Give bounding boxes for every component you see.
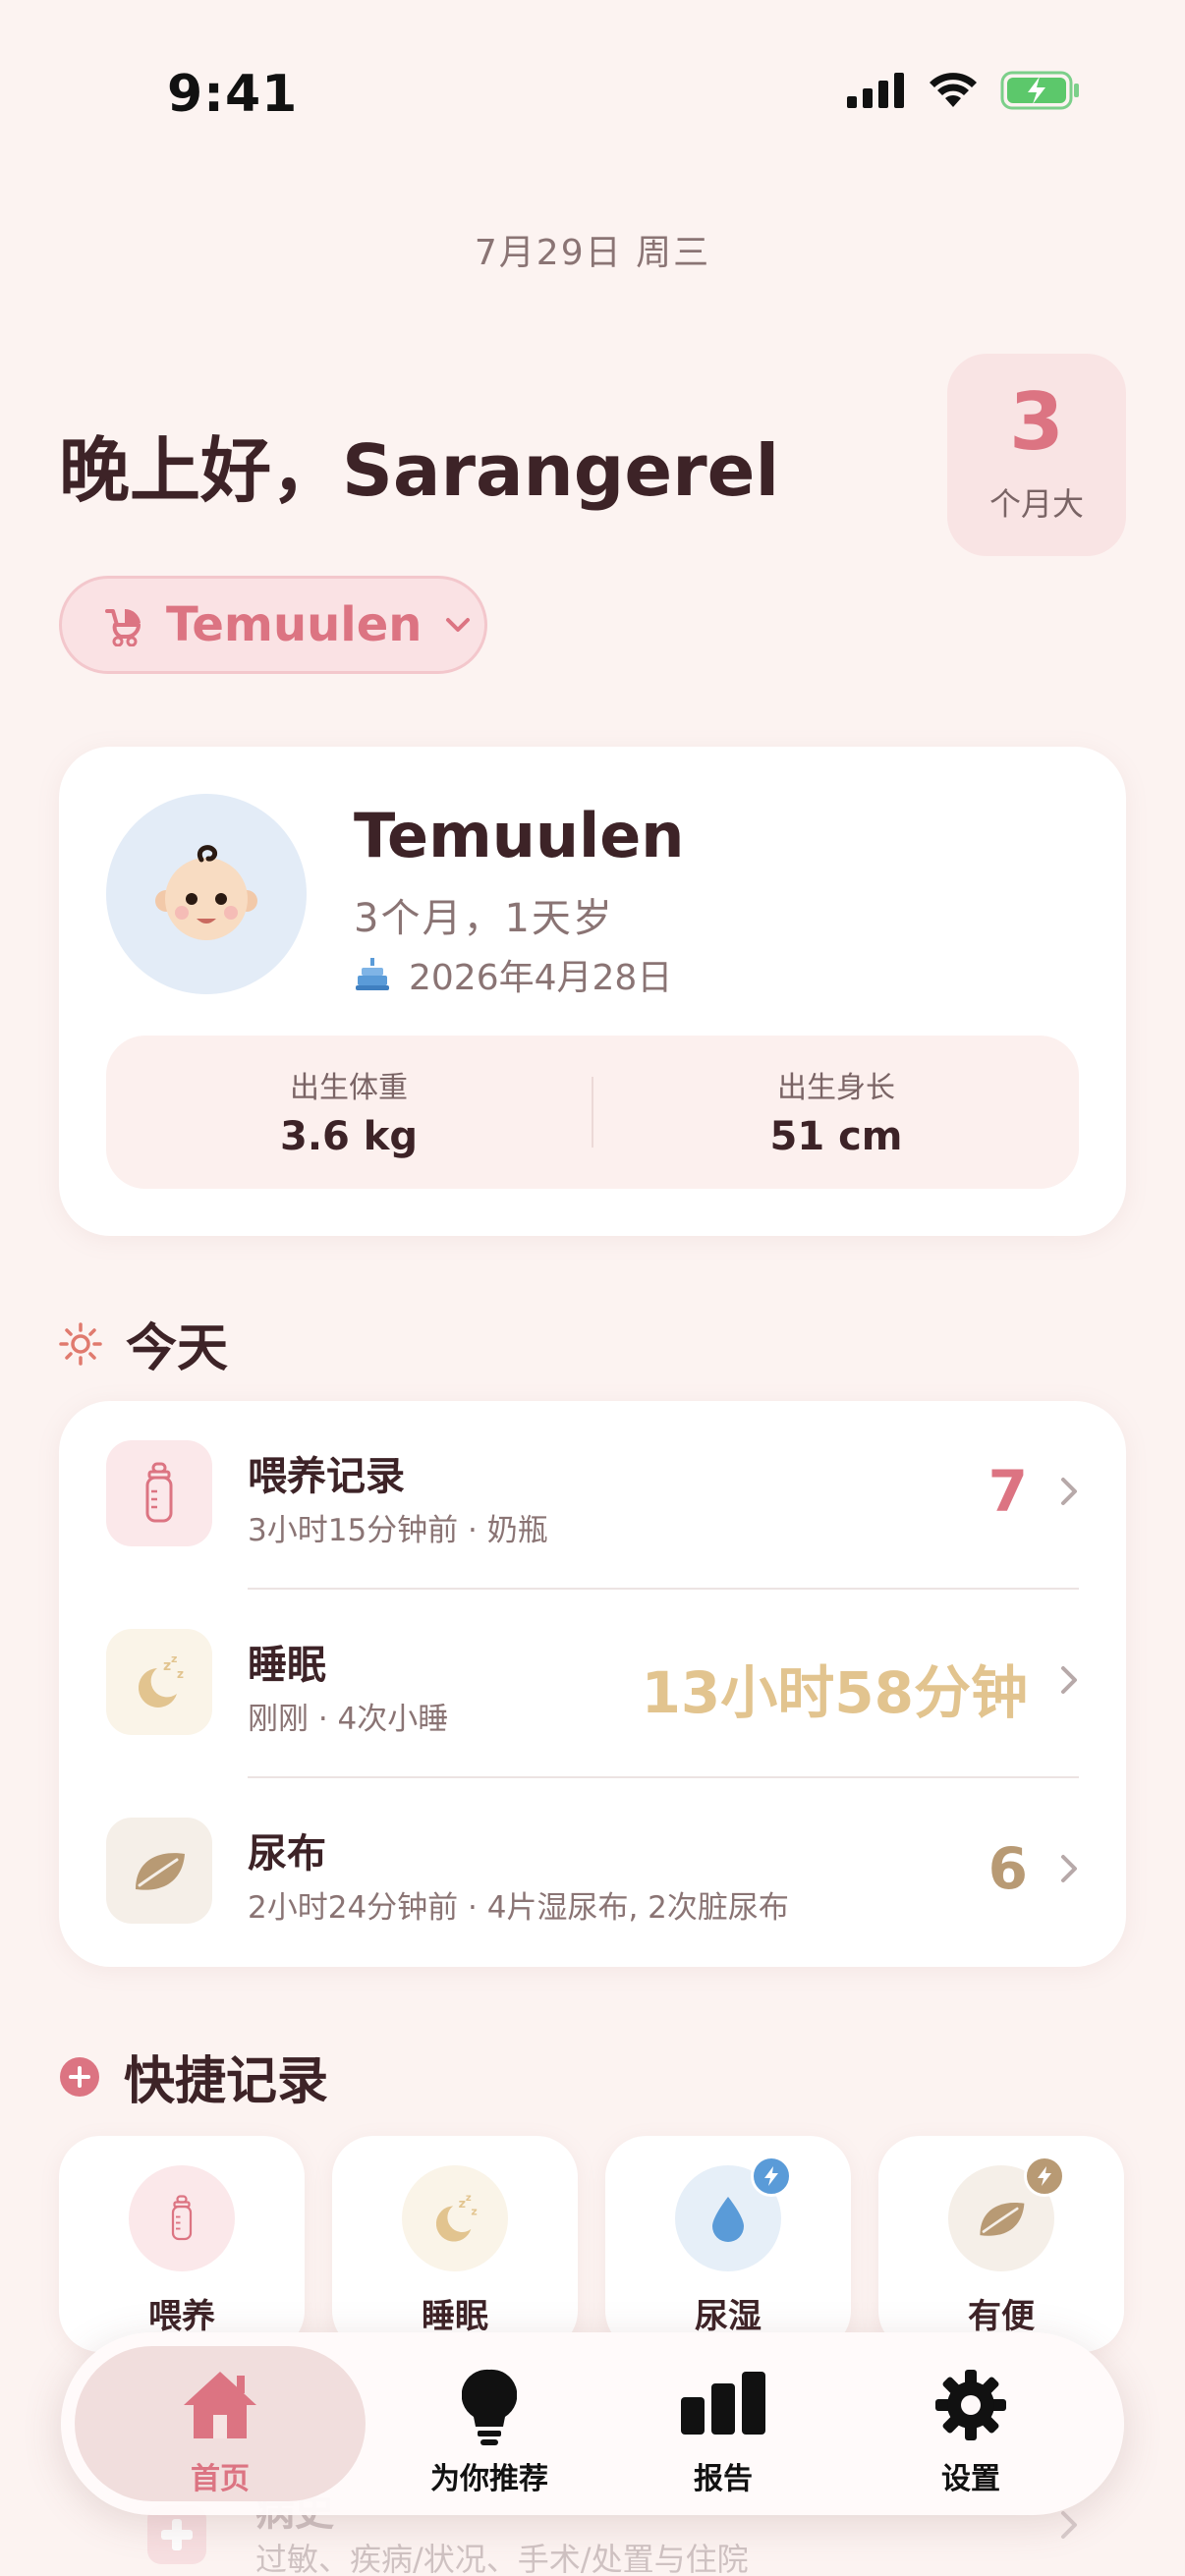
- quick-feed-button[interactable]: 喂养: [59, 2136, 305, 2352]
- tab-reports[interactable]: 报告: [605, 2346, 841, 2501]
- tab-recommended[interactable]: 为你推荐: [373, 2346, 605, 2501]
- svg-text:z: z: [471, 2205, 477, 2217]
- chevron-right-icon: [1061, 2511, 1077, 2539]
- sun-icon: [59, 1321, 102, 1366]
- diaper-row-icon: [106, 1818, 212, 1924]
- tab-settings[interactable]: 设置: [853, 2346, 1089, 2501]
- feeding-row-subtitle: 3小时15分钟前 · 奶瓶: [248, 1513, 548, 1548]
- sleep-row-subtitle: 刚刚 · 4次小睡: [248, 1702, 449, 1737]
- baby-selector-button[interactable]: Temuulen: [59, 576, 487, 674]
- feeding-row[interactable]: 喂养记录 3小时15分钟前 · 奶瓶 7: [59, 1401, 1126, 1590]
- today-title: 今天: [126, 1319, 229, 1378]
- age-number: 3: [1009, 376, 1064, 468]
- current-date: 7月29日 周三: [474, 233, 711, 273]
- baby-profile-card[interactable]: Temuulen 3个月，1天岁 2026年4月28日 出生体重 3.6 kg …: [59, 747, 1126, 1236]
- feeding-row-title: 喂养记录: [248, 1454, 405, 1499]
- bottle-icon: [145, 1462, 173, 1523]
- svg-text:z: z: [459, 2196, 466, 2211]
- today-section-header: 今天: [59, 1307, 228, 1380]
- tab-recommended-label: 为你推荐: [430, 2462, 548, 2496]
- baby-age: 3个月，1天岁: [354, 896, 614, 941]
- birth-weight-label: 出生体重: [290, 1071, 408, 1105]
- plus-circle-icon: [60, 2056, 99, 2097]
- quick-wet-button[interactable]: 尿湿: [605, 2136, 851, 2352]
- baby-name: Temuulen: [354, 800, 685, 871]
- feeding-count: 7: [988, 1458, 1028, 1525]
- sleep-row[interactable]: z z z 睡眠 刚刚 · 4次小睡 13小时58分钟: [59, 1590, 1126, 1778]
- chevron-right-icon: [1061, 1478, 1077, 1505]
- diaper-count: 6: [988, 1835, 1028, 1902]
- chevron-right-icon: [1061, 1666, 1077, 1694]
- battery-charging-icon: [1000, 71, 1079, 110]
- tab-bar: 首页 为你推荐 报告 设置: [61, 2332, 1124, 2515]
- feeding-row-icon: [106, 1440, 212, 1546]
- diaper-row[interactable]: 尿布 2小时24分钟前 · 4片湿尿布, 2次脏尿布 6: [59, 1778, 1126, 1967]
- quick-wet-label: 尿湿: [695, 2297, 762, 2336]
- age-badge: 3 个月大: [947, 354, 1126, 556]
- moon-sleep-icon: z z z: [138, 1652, 184, 1708]
- greeting-title: 晚上好，Sarangerel: [59, 429, 780, 512]
- birth-length-label: 出生身长: [777, 1071, 895, 1105]
- diaper-row-title: 尿布: [248, 1831, 326, 1876]
- svg-text:z: z: [177, 1667, 184, 1681]
- svg-text:z: z: [171, 1652, 177, 1665]
- quick-dirty-bolt-badge: [1024, 2156, 1065, 2197]
- stroller-icon: [105, 608, 141, 646]
- birth-weight-stat: 出生体重 3.6 kg: [106, 1036, 592, 1189]
- signal-icon: [847, 73, 904, 108]
- quick-sleep-button[interactable]: z z z 睡眠: [332, 2136, 578, 2352]
- lightning-bolt-icon: [1038, 2166, 1051, 2186]
- birth-stats: 出生体重 3.6 kg 出生身长 51 cm: [106, 1036, 1079, 1189]
- quick-log-section-header: 快捷记录: [59, 2040, 328, 2113]
- quick-log-title: 快捷记录: [124, 2052, 329, 2111]
- tab-reports-label: 报告: [694, 2462, 753, 2496]
- status-icons: [847, 71, 1081, 110]
- quick-sleep-label: 睡眠: [422, 2297, 488, 2336]
- medical-history-subtitle: 过敏、疾病/状况、手术/处置与住院: [255, 2541, 749, 2576]
- baby-birthday: 2026年4月28日: [354, 949, 672, 1000]
- bar-chart-icon: [681, 2372, 765, 2435]
- baby-face-icon: [155, 845, 257, 940]
- svg-text:z: z: [163, 1658, 171, 1674]
- quick-sleep-icon-circle: z z z: [402, 2165, 508, 2271]
- lightbulb-icon: [462, 2369, 517, 2445]
- svg-text:z: z: [466, 2193, 472, 2204]
- lightning-bolt-icon: [764, 2166, 778, 2186]
- gear-icon: [935, 2370, 1006, 2440]
- baby-selector-name: Temuulen: [166, 597, 423, 652]
- status-time: 9:41: [167, 65, 299, 124]
- quick-feed-label: 喂养: [148, 2297, 215, 2336]
- moon-sleep-icon: z z z: [435, 2193, 478, 2242]
- chevron-right-icon: [1061, 1855, 1077, 1882]
- cake-icon: [356, 958, 389, 990]
- sleep-row-title: 睡眠: [248, 1643, 326, 1688]
- droplet-icon: [712, 2197, 744, 2242]
- baby-avatar: [106, 794, 307, 994]
- chevron-down-icon: [446, 618, 471, 632]
- bottle-icon: [171, 2195, 193, 2241]
- tab-settings-label: 设置: [941, 2462, 1000, 2496]
- birth-length-value: 51 cm: [769, 1114, 903, 1159]
- age-unit: 个月大: [988, 485, 1084, 523]
- birth-weight-value: 3.6 kg: [279, 1114, 419, 1159]
- leaf-icon: [980, 2202, 1025, 2236]
- quick-feed-icon-circle: [129, 2165, 235, 2271]
- home-icon: [184, 2372, 256, 2438]
- diaper-row-subtitle: 2小时24分钟前 · 4片湿尿布, 2次脏尿布: [248, 1890, 789, 1926]
- quick-wet-bolt-badge: [751, 2156, 792, 2197]
- today-card: 喂养记录 3小时15分钟前 · 奶瓶 7 z z z 睡眠 刚刚 · 4次小睡 …: [59, 1401, 1126, 1967]
- quick-dirty-label: 有便: [968, 2297, 1035, 2336]
- tab-home-label: 首页: [191, 2462, 250, 2496]
- sleep-duration: 13小时58分钟: [641, 1659, 1028, 1726]
- wifi-icon: [930, 73, 977, 107]
- leaf-icon: [136, 1853, 185, 1890]
- sleep-row-icon: z z z: [106, 1629, 212, 1735]
- birthday-text: 2026年4月28日: [409, 958, 673, 998]
- tab-home[interactable]: 首页: [75, 2346, 366, 2501]
- birth-length-stat: 出生身长 51 cm: [593, 1036, 1079, 1189]
- quick-dirty-button[interactable]: 有便: [878, 2136, 1124, 2352]
